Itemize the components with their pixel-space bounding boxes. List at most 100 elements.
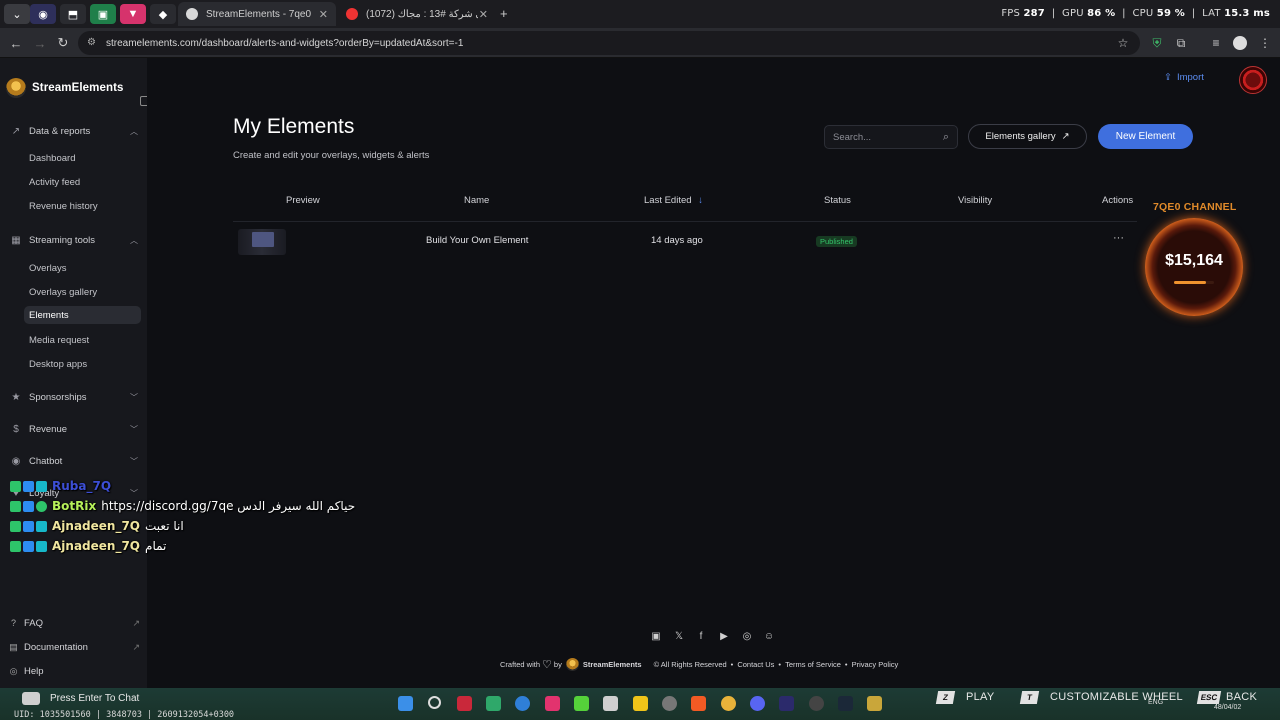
back-arrow-icon[interactable]: ← bbox=[8, 35, 24, 51]
close-icon[interactable]: ✕ bbox=[479, 8, 488, 21]
bookmark-star-icon[interactable]: ☆ bbox=[1116, 36, 1130, 50]
app-icon[interactable] bbox=[457, 696, 472, 711]
brand[interactable]: StreamElements bbox=[6, 78, 124, 98]
sidebar-faq[interactable]: ? FAQ ↗ bbox=[8, 615, 140, 631]
badge-icon bbox=[23, 540, 34, 552]
pinned-tab[interactable]: ◆ bbox=[150, 4, 176, 24]
youtube-icon[interactable]: ▶ bbox=[718, 630, 730, 642]
section-data-reports[interactable]: ↗ Data & reports ︿ bbox=[10, 122, 138, 140]
badge-icon bbox=[36, 520, 47, 532]
copyright: © All Rights Reserved bbox=[653, 660, 727, 669]
chat-prompt[interactable]: Press Enter To Chat bbox=[22, 692, 139, 705]
streamelements-logo-icon bbox=[6, 78, 26, 98]
pinned-tab[interactable]: ◉ bbox=[30, 4, 56, 24]
sidebar-item-revenue-history[interactable]: Revenue history bbox=[24, 197, 141, 215]
contact-link[interactable]: Contact Us bbox=[737, 660, 774, 669]
instagram-icon[interactable]: ◎ bbox=[741, 630, 753, 642]
sidebar-item-overlays[interactable]: Overlays bbox=[24, 259, 141, 277]
verified-badge-icon bbox=[36, 500, 47, 512]
app-icon[interactable] bbox=[515, 696, 530, 711]
external-link-icon: ↗ bbox=[132, 641, 140, 652]
premiere-icon[interactable] bbox=[779, 696, 794, 711]
sidebar-item-media-request[interactable]: Media request bbox=[24, 331, 141, 349]
pinned-tab[interactable]: ▼ bbox=[120, 4, 146, 24]
clock-date[interactable]: 48/04/02 bbox=[1214, 693, 1241, 713]
obs-icon[interactable] bbox=[809, 696, 824, 711]
sidebar-item-desktop-apps[interactable]: Desktop apps bbox=[24, 355, 141, 373]
section-sponsorships[interactable]: ★ Sponsorships ﹀ bbox=[10, 388, 138, 406]
app-icon[interactable] bbox=[486, 696, 501, 711]
sidebar-help[interactable]: ◎ Help bbox=[8, 663, 140, 679]
pinned-tab[interactable]: ▣ bbox=[90, 4, 116, 24]
key-t: T bbox=[1019, 691, 1040, 704]
chat-text: تمام bbox=[145, 539, 167, 553]
file-explorer-icon[interactable] bbox=[633, 696, 648, 711]
search-icon[interactable] bbox=[428, 696, 441, 709]
new-element-button[interactable]: New Element bbox=[1098, 124, 1193, 149]
element-preview-thumbnail[interactable] bbox=[238, 229, 286, 255]
column-header-name[interactable]: Name bbox=[464, 195, 489, 206]
page-subtitle: Create and edit your overlays, widgets &… bbox=[233, 150, 430, 161]
elements-gallery-button[interactable]: Elements gallery ↗ bbox=[968, 124, 1087, 149]
media-controls-icon[interactable]: ≡ bbox=[1209, 36, 1223, 50]
chat-message: Ajnadeen_7Q انا تعبت bbox=[10, 518, 184, 534]
section-streaming-tools[interactable]: ▦ Streaming tools ︿ bbox=[10, 231, 138, 249]
tab-streamelements[interactable]: StreamElements - 7qe0 ✕ bbox=[178, 2, 336, 26]
language-indicator[interactable]: ENG bbox=[1148, 699, 1163, 706]
pinned-tab[interactable]: ⬒ bbox=[60, 4, 86, 24]
facebook-icon[interactable]: f bbox=[695, 630, 707, 642]
chat-text: انا تعبت bbox=[145, 519, 184, 533]
chrome-icon[interactable] bbox=[721, 696, 736, 711]
brave-icon[interactable] bbox=[691, 696, 706, 711]
table-row[interactable]: Build Your Own Element 14 days ago Publi… bbox=[233, 222, 1137, 262]
chevron-down-icon: ﹀ bbox=[130, 456, 138, 466]
last-edited: 14 days ago bbox=[651, 235, 703, 246]
discord-icon[interactable] bbox=[750, 696, 765, 711]
tab-youtube[interactable]: (1072) من 0 الى شركة #13 : مجاك ✕ bbox=[338, 2, 496, 26]
footer-credits: Crafted with ♡ by StreamElements © All R… bbox=[500, 658, 899, 671]
import-button[interactable]: ⇪ Import bbox=[1164, 72, 1204, 83]
search-placeholder: Search... bbox=[833, 131, 872, 143]
steam-icon[interactable] bbox=[838, 696, 853, 711]
terms-link[interactable]: Terms of Service bbox=[785, 660, 841, 669]
row-actions-menu[interactable]: ··· bbox=[1113, 232, 1124, 244]
sidebar-documentation[interactable]: ▤ Documentation ↗ bbox=[8, 639, 140, 655]
app-icon[interactable] bbox=[867, 696, 882, 711]
app-icon[interactable] bbox=[574, 696, 589, 711]
x-icon[interactable]: 𝕏 bbox=[673, 630, 685, 642]
windows-start-icon[interactable] bbox=[398, 696, 413, 711]
section-chatbot[interactable]: ◉ Chatbot ﹀ bbox=[10, 452, 138, 470]
close-icon[interactable]: ✕ bbox=[319, 8, 328, 21]
browser-menu-icon[interactable]: ⋮ bbox=[1258, 36, 1272, 50]
profile-avatar-icon[interactable] bbox=[1233, 36, 1247, 50]
section-revenue[interactable]: $ Revenue ﹀ bbox=[10, 420, 138, 438]
element-name[interactable]: Build Your Own Element bbox=[426, 235, 528, 246]
avatar[interactable] bbox=[1239, 66, 1267, 94]
search-input[interactable]: Search... ⌕ bbox=[824, 125, 958, 149]
discord-icon[interactable]: ☺ bbox=[763, 630, 775, 642]
sidebar-item-overlays-gallery[interactable]: Overlays gallery bbox=[24, 283, 141, 301]
key-label-play: PLAY bbox=[966, 691, 995, 703]
extensions-icon[interactable]: ⧉ bbox=[1174, 36, 1188, 50]
twitch-icon[interactable]: ▣ bbox=[650, 630, 662, 642]
app-icon[interactable] bbox=[603, 696, 618, 711]
app-icon[interactable] bbox=[545, 696, 560, 711]
site-settings-icon[interactable]: ⚙ bbox=[87, 37, 99, 49]
streamelements-logo-icon bbox=[565, 658, 579, 671]
forward-arrow-icon[interactable]: → bbox=[32, 35, 48, 51]
steelseries-icon[interactable] bbox=[662, 696, 677, 711]
shield-extension-icon[interactable]: ⛨ bbox=[1150, 36, 1164, 50]
tab-list-button[interactable]: ⌄ bbox=[4, 4, 30, 24]
column-header-last-edited[interactable]: Last Edited ↓ bbox=[644, 195, 703, 206]
reload-icon[interactable]: ↻ bbox=[55, 35, 71, 51]
sidebar-item-dashboard[interactable]: Dashboard bbox=[24, 149, 141, 167]
privacy-link[interactable]: Privacy Policy bbox=[852, 660, 899, 669]
search-icon: ⌕ bbox=[942, 131, 949, 143]
chatbot-icon: ◉ bbox=[11, 455, 21, 467]
sidebar-item-activity-feed[interactable]: Activity feed bbox=[24, 173, 141, 191]
badge-icon bbox=[36, 540, 47, 552]
sidebar-item-elements[interactable]: Elements bbox=[24, 306, 141, 324]
channel-overlay-title: 7QE0 CHANNEL bbox=[1153, 201, 1237, 213]
url-field[interactable]: ⚙ streamelements.com/dashboard/alerts-an… bbox=[78, 31, 1140, 55]
new-tab-button[interactable]: + bbox=[500, 6, 508, 21]
